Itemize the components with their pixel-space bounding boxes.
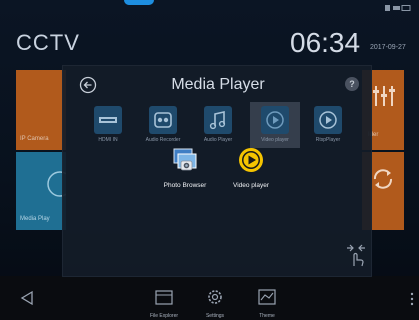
dock-item-file-explorer[interactable]: File Explorer <box>144 288 184 319</box>
folder-icon <box>155 290 173 305</box>
video-player-label: Video player <box>232 182 270 189</box>
media-player-dialog: Media Player ? HDMI IN Audio Recorder Au… <box>62 65 372 277</box>
music-note-icon <box>204 106 232 134</box>
app-label: Video player <box>261 137 289 143</box>
refresh-icon <box>373 169 393 189</box>
status-bar <box>0 0 419 18</box>
app-label: HDMI IN <box>98 137 118 143</box>
gear-icon <box>208 290 222 304</box>
recorder-icon <box>149 106 177 134</box>
app-row: HDMI IN Audio Recorder Audio Player Vide… <box>63 102 373 150</box>
status-icons <box>385 4 411 14</box>
battery-icon <box>385 5 411 11</box>
ip-camera-tile[interactable]: IP Camera <box>16 70 66 150</box>
home-title: CCTV <box>16 30 80 55</box>
photo-browser[interactable]: Photo Browser <box>159 146 211 189</box>
photo-icon <box>173 148 197 171</box>
photo-browser-label: Photo Browser <box>163 182 207 189</box>
back-icon[interactable] <box>20 290 34 306</box>
app-hdmi-in[interactable]: HDMI IN <box>85 102 131 148</box>
app-label: RtspPlayer <box>315 137 341 143</box>
app-audio-recorder[interactable]: Audio Recorder <box>140 102 186 148</box>
app-label: Audio Recorder <box>145 137 181 143</box>
dock-label: Theme <box>259 313 275 319</box>
dock-label: Settings <box>205 313 225 319</box>
equalizer-icon <box>373 86 395 106</box>
hdmi-icon <box>94 106 122 134</box>
app-video-player[interactable]: Video player <box>250 102 300 148</box>
date: 2017-09-27 <box>370 44 406 51</box>
tile-label-media-player: Media Play <box>20 216 50 222</box>
clock: 06:34 <box>290 27 361 58</box>
video-player-item[interactable]: Video player <box>225 146 277 189</box>
gesture-icon[interactable] <box>345 242 367 268</box>
dock-label: File Explorer <box>149 313 179 319</box>
dock-item-theme[interactable]: Theme <box>247 288 287 319</box>
play-icon <box>314 106 342 134</box>
top-notch <box>124 0 154 5</box>
media-player-tile[interactable]: Media Play <box>16 152 66 230</box>
app-label: Audio Player <box>203 137 233 143</box>
screen: CCTV 06:34 2017-09-27 IP Camera Media Pl… <box>0 0 419 320</box>
chart-icon <box>258 289 276 305</box>
app-rtsp-player[interactable]: RtspPlayer <box>305 102 351 148</box>
play-icon <box>261 106 289 134</box>
more-icon[interactable] <box>409 292 415 306</box>
dock-item-settings[interactable]: Settings <box>195 288 235 319</box>
help-button[interactable]: ? <box>345 77 359 91</box>
app-audio-player[interactable]: Audio Player <box>195 102 241 148</box>
tile-label-ip-camera: IP Camera <box>20 136 49 142</box>
dialog-title: Media Player <box>171 76 265 93</box>
play-circle-icon <box>239 148 263 172</box>
